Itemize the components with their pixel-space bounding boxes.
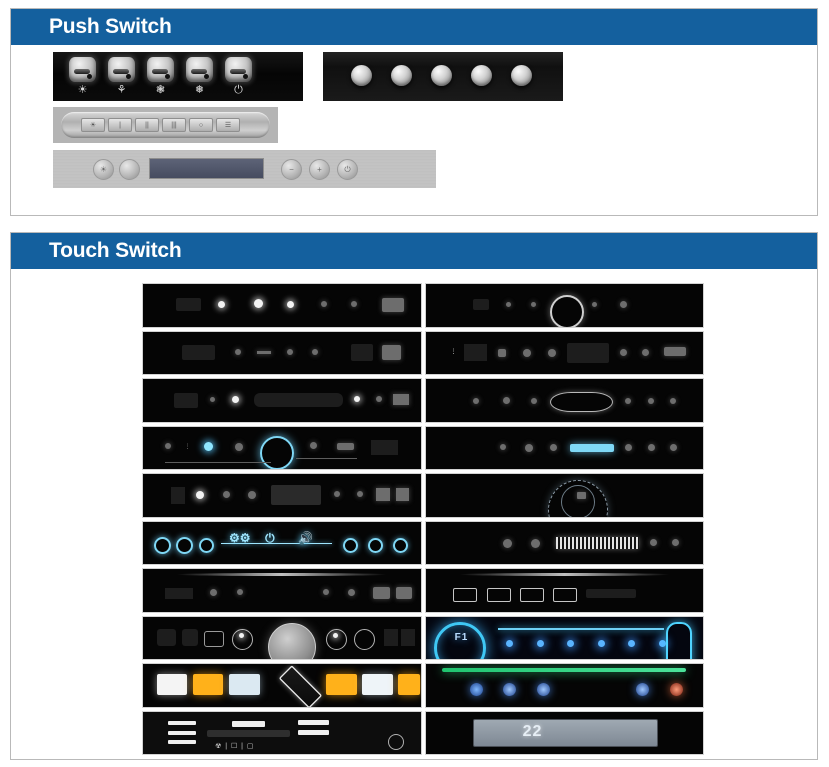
round-button-row: [351, 65, 532, 86]
push-panel-gray-strip: ☀ | || ||| ○ ☰: [53, 107, 278, 143]
touch-switch-title: Touch Switch: [49, 239, 182, 262]
round-button[interactable]: [391, 65, 412, 86]
touch-panel-14[interactable]: [424, 568, 704, 613]
strip-key[interactable]: ○: [189, 118, 213, 132]
touch-panel-07[interactable]: ⋮: [142, 425, 422, 470]
touch-panel-02[interactable]: [424, 283, 704, 328]
touch-panel-12[interactable]: [424, 520, 704, 565]
fan-speed-2-icon: ❃: [155, 84, 166, 96]
round-button[interactable]: [351, 65, 372, 86]
touch-panel-16[interactable]: F1: [424, 615, 704, 660]
touch-panel-17[interactable]: [142, 663, 422, 708]
push-panel-steel-lcd: ☀ − + ⏻: [53, 150, 436, 188]
strip-key[interactable]: ||: [135, 118, 159, 132]
rocker-knob[interactable]: [147, 57, 174, 82]
touch-panel-20[interactable]: 22: [424, 710, 704, 755]
strip-key[interactable]: |||: [162, 118, 186, 132]
touch-switch-header: Touch Switch: [11, 233, 817, 269]
section-touch-switch: Touch Switch ⋮ ⋮ ⚙⚙ ⏻ 🔊 F1 ☢ | ☐ | ▢ 22: [10, 232, 818, 760]
touch-panel-18[interactable]: [424, 663, 704, 708]
strip-key[interactable]: |: [108, 118, 132, 132]
fan-speed-3-icon: ❅: [194, 84, 205, 96]
push-panel-black-rocker: ☀ ⚘ ❃ ❅ ⏻: [53, 52, 303, 101]
strip-key-row: ☀ | || ||| ○ ☰: [81, 118, 240, 132]
fan-speed-1-icon: ⚘: [116, 84, 127, 96]
lcd-readout: 22: [522, 723, 543, 741]
push-panel-black-round: [323, 52, 563, 101]
touch-switch-body: ⋮ ⋮ ⚙⚙ ⏻ 🔊 F1 ☢ | ☐ | ▢ 22: [11, 269, 817, 759]
touch-panel-13[interactable]: [142, 568, 422, 613]
push-switch-header: Push Switch: [11, 9, 817, 45]
light-bulb-icon: ☀: [77, 84, 88, 96]
push-switch-title: Push Switch: [49, 15, 172, 38]
rocker-knob[interactable]: [108, 57, 135, 82]
minus-icon[interactable]: −: [281, 159, 302, 180]
lcd-display: [149, 158, 264, 179]
round-button[interactable]: [511, 65, 532, 86]
touch-panel-03[interactable]: [142, 330, 422, 375]
touch-panel-08[interactable]: [424, 425, 704, 470]
rocker-knob[interactable]: [186, 57, 213, 82]
touch-panel-01[interactable]: [142, 283, 422, 328]
rocker-knob[interactable]: [225, 57, 252, 82]
strip-key[interactable]: ☀: [81, 118, 105, 132]
plus-icon[interactable]: +: [309, 159, 330, 180]
light-icon[interactable]: ☀: [93, 159, 114, 180]
power-icon[interactable]: ⏻: [337, 159, 358, 180]
touch-panel-10[interactable]: [424, 473, 704, 518]
rocker-knob-row: [69, 57, 252, 82]
rocker-knob[interactable]: [69, 57, 96, 82]
touch-panel-15[interactable]: [142, 615, 422, 660]
touch-panel-06[interactable]: [424, 378, 704, 423]
touch-panel-19[interactable]: ☢ | ☐ | ▢: [142, 710, 422, 755]
round-button[interactable]: [431, 65, 452, 86]
rocker-icon-row: ☀ ⚘ ❃ ❅ ⏻: [69, 83, 252, 98]
power-icon: ⏻: [234, 84, 243, 96]
touch-panel-04[interactable]: ⋮: [424, 330, 704, 375]
section-push-switch: Push Switch ☀ ⚘ ❃ ❅ ⏻ ☀ | || ||| ○ ☰ ☀ −…: [10, 8, 818, 216]
touch-panel-09[interactable]: [142, 473, 422, 518]
panel-readout: F1: [454, 631, 469, 643]
push-switch-body: ☀ ⚘ ❃ ❅ ⏻ ☀ | || ||| ○ ☰ ☀ − + ⏻: [11, 45, 817, 215]
blank-button[interactable]: [119, 159, 140, 180]
touch-panel-05[interactable]: [142, 378, 422, 423]
round-button[interactable]: [471, 65, 492, 86]
touch-panel-11[interactable]: ⚙⚙ ⏻ 🔊: [142, 520, 422, 565]
page-root: Push Switch ☀ ⚘ ❃ ❅ ⏻ ☀ | || ||| ○ ☰ ☀ −…: [0, 0, 829, 767]
touch-panel-grid: ⋮ ⋮ ⚙⚙ ⏻ 🔊 F1 ☢ | ☐ | ▢ 22: [142, 283, 704, 755]
strip-key[interactable]: ☰: [216, 118, 240, 132]
